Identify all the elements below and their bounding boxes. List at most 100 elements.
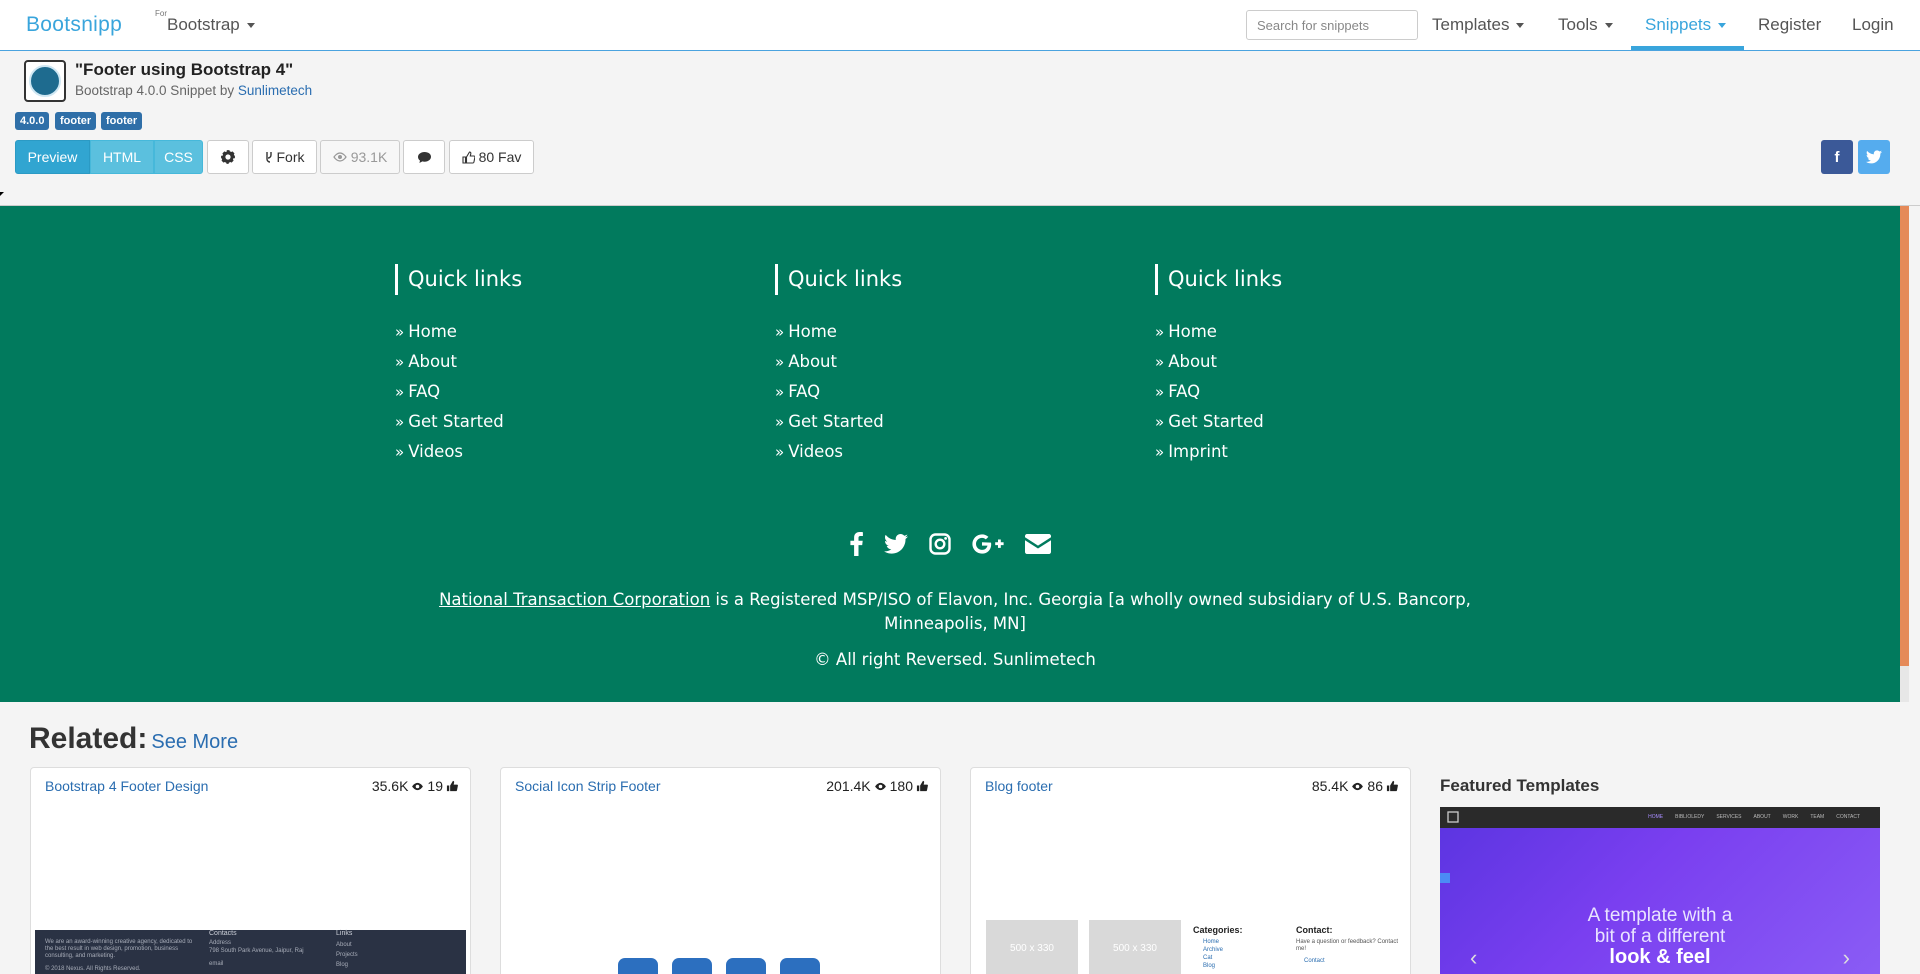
- tag-footer-2[interactable]: footer: [101, 112, 143, 130]
- fork-button[interactable]: Fork: [252, 140, 317, 174]
- double-chevron-icon: »: [1155, 353, 1165, 371]
- caret-down-icon: [1718, 23, 1727, 29]
- footer-link-home[interactable]: » Home: [775, 317, 902, 347]
- template-hero-text: A template with a bit of a different loo…: [1440, 905, 1880, 968]
- envelope-icon: [780, 958, 820, 974]
- footer-link-videos[interactable]: » Videos: [395, 437, 522, 467]
- footer-link-label: Imprint: [1168, 442, 1228, 461]
- thumbs-up-icon: [916, 780, 928, 792]
- footer-link-label: Videos: [788, 442, 844, 461]
- card-views: 85.4K: [1311, 778, 1349, 794]
- footer-link-about[interactable]: » About: [395, 347, 522, 377]
- footer-link-about[interactable]: » About: [775, 347, 902, 377]
- card-stats: 85.4K 86: [1312, 778, 1398, 794]
- see-more-link[interactable]: See More: [151, 731, 238, 753]
- footer-link-faq[interactable]: » FAQ: [1155, 377, 1282, 407]
- author-avatar[interactable]: [24, 60, 66, 102]
- eye-icon: [1352, 782, 1364, 790]
- tab-preview[interactable]: Preview: [15, 140, 90, 174]
- twitter-icon[interactable]: [884, 530, 908, 558]
- footer-link-faq[interactable]: » FAQ: [395, 377, 522, 407]
- footer-link-label: FAQ: [1168, 382, 1201, 401]
- footer-column-title: Quick links: [775, 264, 902, 295]
- card-title[interactable]: Bootstrap 4 Footer Design: [45, 778, 208, 794]
- double-chevron-icon: »: [395, 353, 405, 371]
- footer-link-home[interactable]: » Home: [395, 317, 522, 347]
- envelope-icon[interactable]: [1025, 530, 1051, 558]
- footer-link-videos[interactable]: » Videos: [775, 437, 902, 467]
- nav-tools[interactable]: Tools: [1558, 15, 1613, 35]
- thumb-address-label: Address: [209, 940, 232, 946]
- tab-css[interactable]: CSS: [154, 140, 203, 174]
- search-input[interactable]: [1246, 10, 1418, 40]
- comments-button[interactable]: [403, 140, 445, 174]
- thumb-category: Archive: [1203, 947, 1224, 953]
- footer-column-title: Quick links: [1155, 264, 1282, 295]
- card-likes: 19: [427, 778, 443, 794]
- thumb-intro-text: We are an award-winning creative agency,…: [45, 939, 193, 959]
- thumb-contact-heading: Contact:: [1296, 925, 1333, 935]
- footer-column-title: Quick links: [395, 264, 522, 295]
- card-stats: 35.6K 19: [372, 778, 458, 794]
- tab-html[interactable]: HTML: [90, 140, 154, 174]
- footer-link-about[interactable]: » About: [1155, 347, 1282, 377]
- double-chevron-icon: »: [395, 413, 405, 431]
- facebook-icon[interactable]: [850, 530, 863, 558]
- double-chevron-icon: »: [395, 323, 405, 341]
- featured-template-preview[interactable]: HOME BIBLIOLEDY SERVICES ABOUT WORK TEAM…: [1440, 807, 1880, 974]
- footer-link-home[interactable]: » Home: [1155, 317, 1282, 347]
- nav-templates[interactable]: Templates: [1432, 15, 1525, 35]
- footer-link-label: FAQ: [788, 382, 821, 401]
- footer-link-get-started[interactable]: » Get Started: [395, 407, 522, 437]
- thumb-link: Projects: [336, 952, 358, 958]
- tag-footer[interactable]: footer: [55, 112, 97, 130]
- instagram-icon[interactable]: [929, 530, 951, 558]
- card-stats: 201.4K 180: [826, 778, 928, 794]
- snippet-version-text: Bootstrap 4.0.0 Snippet by: [75, 83, 235, 98]
- preview-scrollbar-thumb[interactable]: [1900, 206, 1909, 666]
- related-card-3[interactable]: Blog footer 85.4K 86 500 x 330 500 x 330…: [970, 767, 1411, 974]
- related-card-1[interactable]: Bootstrap 4 Footer Design 35.6K 19 We ar…: [30, 767, 471, 974]
- caret-down-icon: [246, 23, 255, 29]
- card-title[interactable]: Blog footer: [985, 778, 1053, 794]
- footer-link-get-started[interactable]: » Get Started: [1155, 407, 1282, 437]
- template-nav-link: CONTACT: [1836, 814, 1860, 820]
- company-link[interactable]: National Transaction Corporation: [439, 590, 710, 609]
- top-navbar: Bootsnipp For Bootstrap Templates Tools …: [0, 0, 1920, 51]
- thumb-copyright: © 2018 Nexus. All Rights Reserved.: [45, 966, 141, 972]
- thumb-categories-heading: Categories:: [1193, 925, 1243, 935]
- favorite-button[interactable]: 80 Fav: [449, 140, 534, 174]
- footer-link-get-started[interactable]: » Get Started: [775, 407, 902, 437]
- thumb-link: Blog: [336, 962, 349, 968]
- nav-register[interactable]: Register: [1758, 15, 1821, 35]
- brand-logo[interactable]: Bootsnipp: [26, 13, 122, 37]
- snippet-subtitle: Bootstrap 4.0.0 Snippet by Sunlimetech: [75, 83, 312, 98]
- google-plus-icon[interactable]: [972, 530, 1004, 558]
- carousel-next-icon[interactable]: ›: [1843, 945, 1850, 971]
- share-twitter-button[interactable]: t: [1858, 140, 1890, 174]
- footer-column-3: Quick links » Home » About » FAQ » Get Start…: [1155, 264, 1282, 467]
- double-chevron-icon: »: [775, 323, 785, 341]
- settings-button[interactable]: [207, 140, 249, 174]
- author-link[interactable]: Sunlimetech: [238, 83, 312, 98]
- card-views: 201.4K: [826, 778, 871, 794]
- footer-link-label: About: [1168, 352, 1217, 371]
- carousel-prev-icon[interactable]: ‹: [1470, 945, 1477, 971]
- nav-snippets[interactable]: Snippets: [1645, 15, 1727, 35]
- card-title[interactable]: Social Icon Strip Footer: [515, 778, 661, 794]
- tag-version[interactable]: 4.0.0: [15, 112, 50, 130]
- footer-social-icons: [850, 530, 1051, 558]
- double-chevron-icon: »: [775, 383, 785, 401]
- footer-link-faq[interactable]: » FAQ: [775, 377, 902, 407]
- cursor-marker: [0, 192, 4, 196]
- framework-dropdown[interactable]: Bootstrap: [167, 15, 255, 35]
- card-likes: 86: [1367, 778, 1383, 794]
- double-chevron-icon: »: [775, 353, 785, 371]
- share-facebook-button[interactable]: f: [1821, 140, 1853, 174]
- footer-column-2: Quick links » Home » About » FAQ » Get Start…: [775, 264, 902, 467]
- footer-link-imprint[interactable]: » Imprint: [1155, 437, 1282, 467]
- thumb-contact-text: Have a question or feedback? Contact me!: [1296, 939, 1399, 952]
- related-card-2[interactable]: Social Icon Strip Footer 201.4K 180: [500, 767, 941, 974]
- nav-login[interactable]: Login: [1852, 15, 1894, 35]
- framework-label: Bootstrap: [167, 15, 240, 34]
